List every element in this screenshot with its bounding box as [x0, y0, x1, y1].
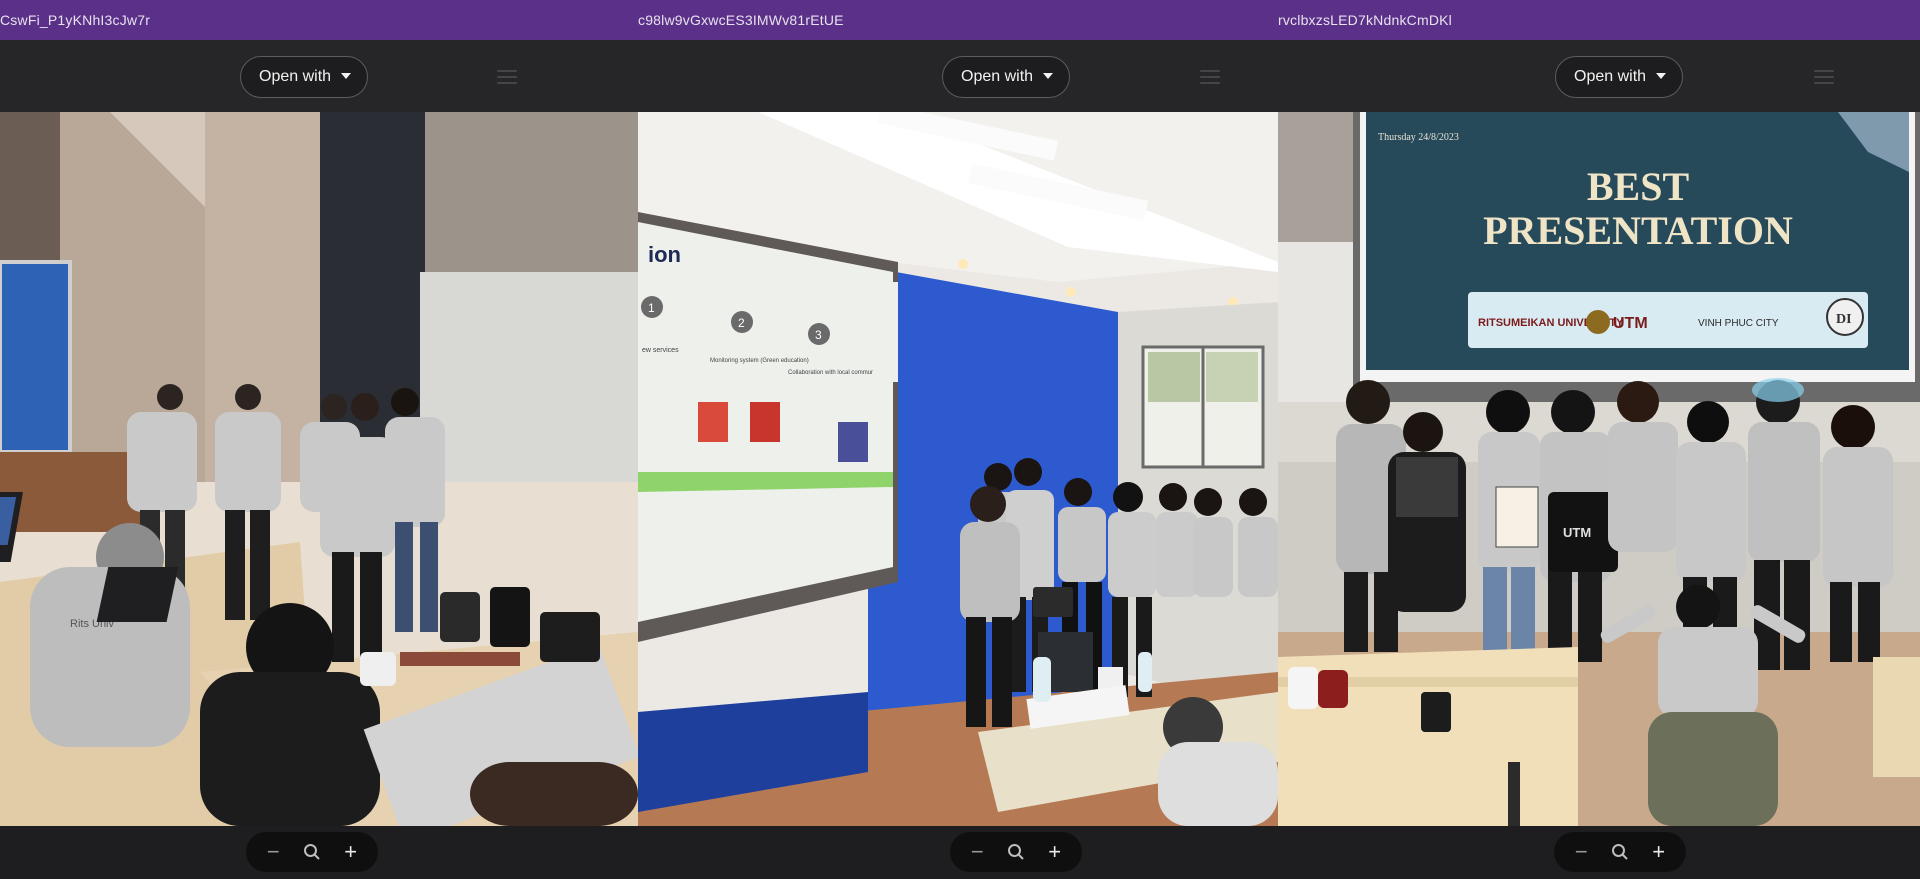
minus-icon[interactable]: −	[963, 838, 991, 866]
slide-step-1-text: ew services	[642, 347, 679, 354]
file-title: c98lw9vGxwcES3IMWv81rEtUE	[638, 0, 1278, 40]
slide-title-line2: PRESENTATION	[1483, 208, 1793, 253]
plus-icon[interactable]: +	[1645, 838, 1673, 866]
slide-step-1-num: 1	[648, 301, 655, 315]
open-with-button[interactable]: Open with	[240, 56, 369, 98]
slide-title-line1: BEST	[1587, 164, 1690, 209]
magnifier-icon[interactable]	[298, 838, 326, 866]
zoom-controls: − +	[950, 832, 1082, 872]
hamburger-menu-icon[interactable]	[497, 70, 517, 84]
photo-best-presentation-group: Thursday 24/8/2023 BEST PRESENTATION RIT…	[1278, 112, 1920, 826]
zoom-bar: − +	[638, 826, 1278, 879]
bag-logo: UTM	[1563, 525, 1591, 540]
slide-step-2-num: 2	[738, 316, 745, 330]
open-with-label: Open with	[259, 68, 332, 85]
open-with-button[interactable]: Open with	[942, 56, 1071, 98]
caret-down-icon	[341, 72, 352, 79]
plus-icon[interactable]: +	[337, 838, 365, 866]
magnifier-icon[interactable]	[1002, 838, 1030, 866]
plus-icon[interactable]: +	[1041, 838, 1069, 866]
minus-icon[interactable]: −	[259, 838, 287, 866]
open-with-button[interactable]: Open with	[1555, 56, 1684, 98]
viewer-toolbar: Open with	[0, 40, 638, 112]
image-viewer-1: CswFi_P1yKNhI3cJw7r Open with Rits Univ …	[0, 0, 638, 879]
open-with-label: Open with	[961, 68, 1034, 85]
photo-3-illustration: Thursday 24/8/2023 BEST PRESENTATION RIT…	[1278, 112, 1920, 826]
slide-heading: ion	[648, 242, 681, 267]
slide-logo-utm: UTM	[1613, 315, 1648, 332]
zoom-controls: − +	[1554, 832, 1686, 872]
minus-icon[interactable]: −	[1567, 838, 1595, 866]
photo-1-illustration: Rits Univ	[0, 112, 638, 826]
image-viewer-2: c98lw9vGxwcES3IMWv81rEtUE Open with ion …	[638, 0, 1278, 879]
open-with-label: Open with	[1574, 68, 1647, 85]
file-title: CswFi_P1yKNhI3cJw7r	[0, 0, 638, 40]
zoom-bar: − +	[0, 826, 638, 879]
slide-step-3-text: Collaboration with local community	[788, 370, 880, 376]
hamburger-menu-icon[interactable]	[1814, 70, 1834, 84]
slide-date: Thursday 24/8/2023	[1378, 132, 1459, 143]
slide-step-2-text: Monitoring system (Green education)	[710, 358, 809, 364]
viewer-toolbar: Open with	[1278, 40, 1920, 112]
photo-lecture-room-slide: ion 1 2 3 ew services Monitoring system …	[638, 112, 1278, 826]
slide-step-3-num: 3	[815, 328, 822, 342]
photo-classroom-presentation: Rits Univ	[0, 112, 638, 826]
photo-2-illustration: ion 1 2 3 ew services Monitoring system …	[638, 112, 1278, 826]
viewer-toolbar: Open with	[638, 40, 1278, 112]
slide-logo-city: VINH PHUC CITY	[1698, 318, 1779, 329]
hamburger-menu-icon[interactable]	[1200, 70, 1220, 84]
viewer-panels: CswFi_P1yKNhI3cJw7r Open with Rits Univ …	[0, 0, 1920, 879]
caret-down-icon	[1656, 72, 1667, 79]
zoom-controls: − +	[246, 832, 378, 872]
slide-logo-di: DI	[1836, 312, 1852, 327]
zoom-bar: − +	[1278, 826, 1920, 879]
caret-down-icon	[1043, 72, 1054, 79]
image-viewer-3: rvclbxzsLED7kNdnkCmDKl Open with Thursda…	[1278, 0, 1920, 879]
magnifier-icon[interactable]	[1606, 838, 1634, 866]
file-title: rvclbxzsLED7kNdnkCmDKl	[1278, 0, 1920, 40]
